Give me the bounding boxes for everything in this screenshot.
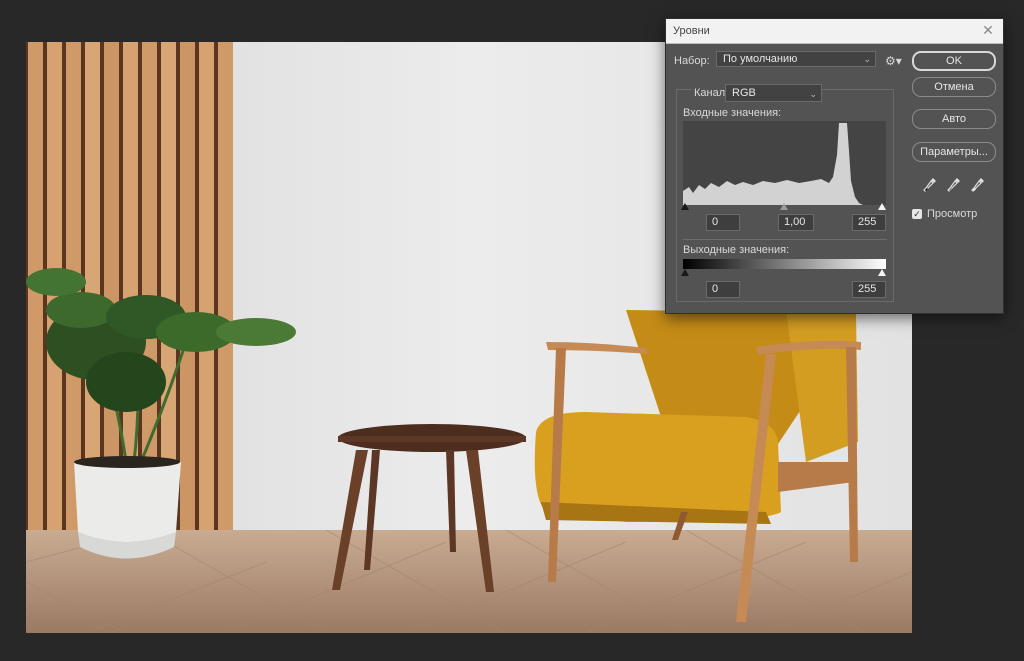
channel-value: RGB — [732, 87, 756, 99]
dialog-titlebar[interactable]: Уровни ✕ — [666, 19, 1003, 44]
input-black-field[interactable]: 0 — [706, 214, 740, 231]
output-gradient-bar — [683, 259, 886, 269]
output-black-field[interactable]: 0 — [706, 281, 740, 298]
chevron-down-icon: ⌄ — [863, 54, 871, 64]
divider — [683, 239, 887, 240]
input-white-point-slider[interactable] — [878, 203, 886, 210]
output-levels-label: Выходные значения: — [683, 244, 790, 256]
output-white-field[interactable]: 255 — [852, 281, 886, 298]
ok-button[interactable]: OK — [912, 51, 996, 71]
input-white-field[interactable]: 255 — [852, 214, 886, 231]
histogram — [683, 121, 886, 205]
input-gamma-slider[interactable] — [780, 203, 788, 210]
cancel-button[interactable]: Отмена — [912, 77, 996, 97]
preset-label: Набор: — [674, 55, 710, 67]
output-white-slider[interactable] — [878, 269, 886, 276]
preset-dropdown[interactable]: По умолчанию ⌄ — [716, 51, 876, 67]
output-black-slider[interactable] — [681, 269, 689, 276]
close-icon[interactable]: ✕ — [980, 22, 996, 38]
levels-dialog: Уровни ✕ Набор: По умолчанию ⌄ ⚙▾ Канал:… — [665, 18, 1004, 314]
eyedropper-gray-icon[interactable] — [947, 177, 961, 193]
input-levels-label: Входные значения: — [683, 107, 782, 119]
preset-value: По умолчанию — [723, 53, 798, 65]
eyedropper-white-icon[interactable] — [971, 177, 985, 193]
input-gamma-field[interactable]: 1,00 — [778, 214, 814, 231]
preview-checkbox[interactable]: ✓ — [912, 209, 922, 219]
auto-button[interactable]: Авто — [912, 109, 996, 129]
options-button[interactable]: Параметры... — [912, 142, 996, 162]
chevron-down-icon: ⌄ — [809, 89, 817, 99]
eyedropper-black-icon[interactable] — [923, 177, 937, 193]
channel-dropdown[interactable]: RGB ⌄ — [725, 84, 822, 102]
preview-label: Просмотр — [927, 208, 978, 220]
dialog-title: Уровни — [673, 25, 710, 37]
gear-icon[interactable]: ⚙▾ — [885, 54, 902, 68]
input-black-point-slider[interactable] — [681, 203, 689, 210]
